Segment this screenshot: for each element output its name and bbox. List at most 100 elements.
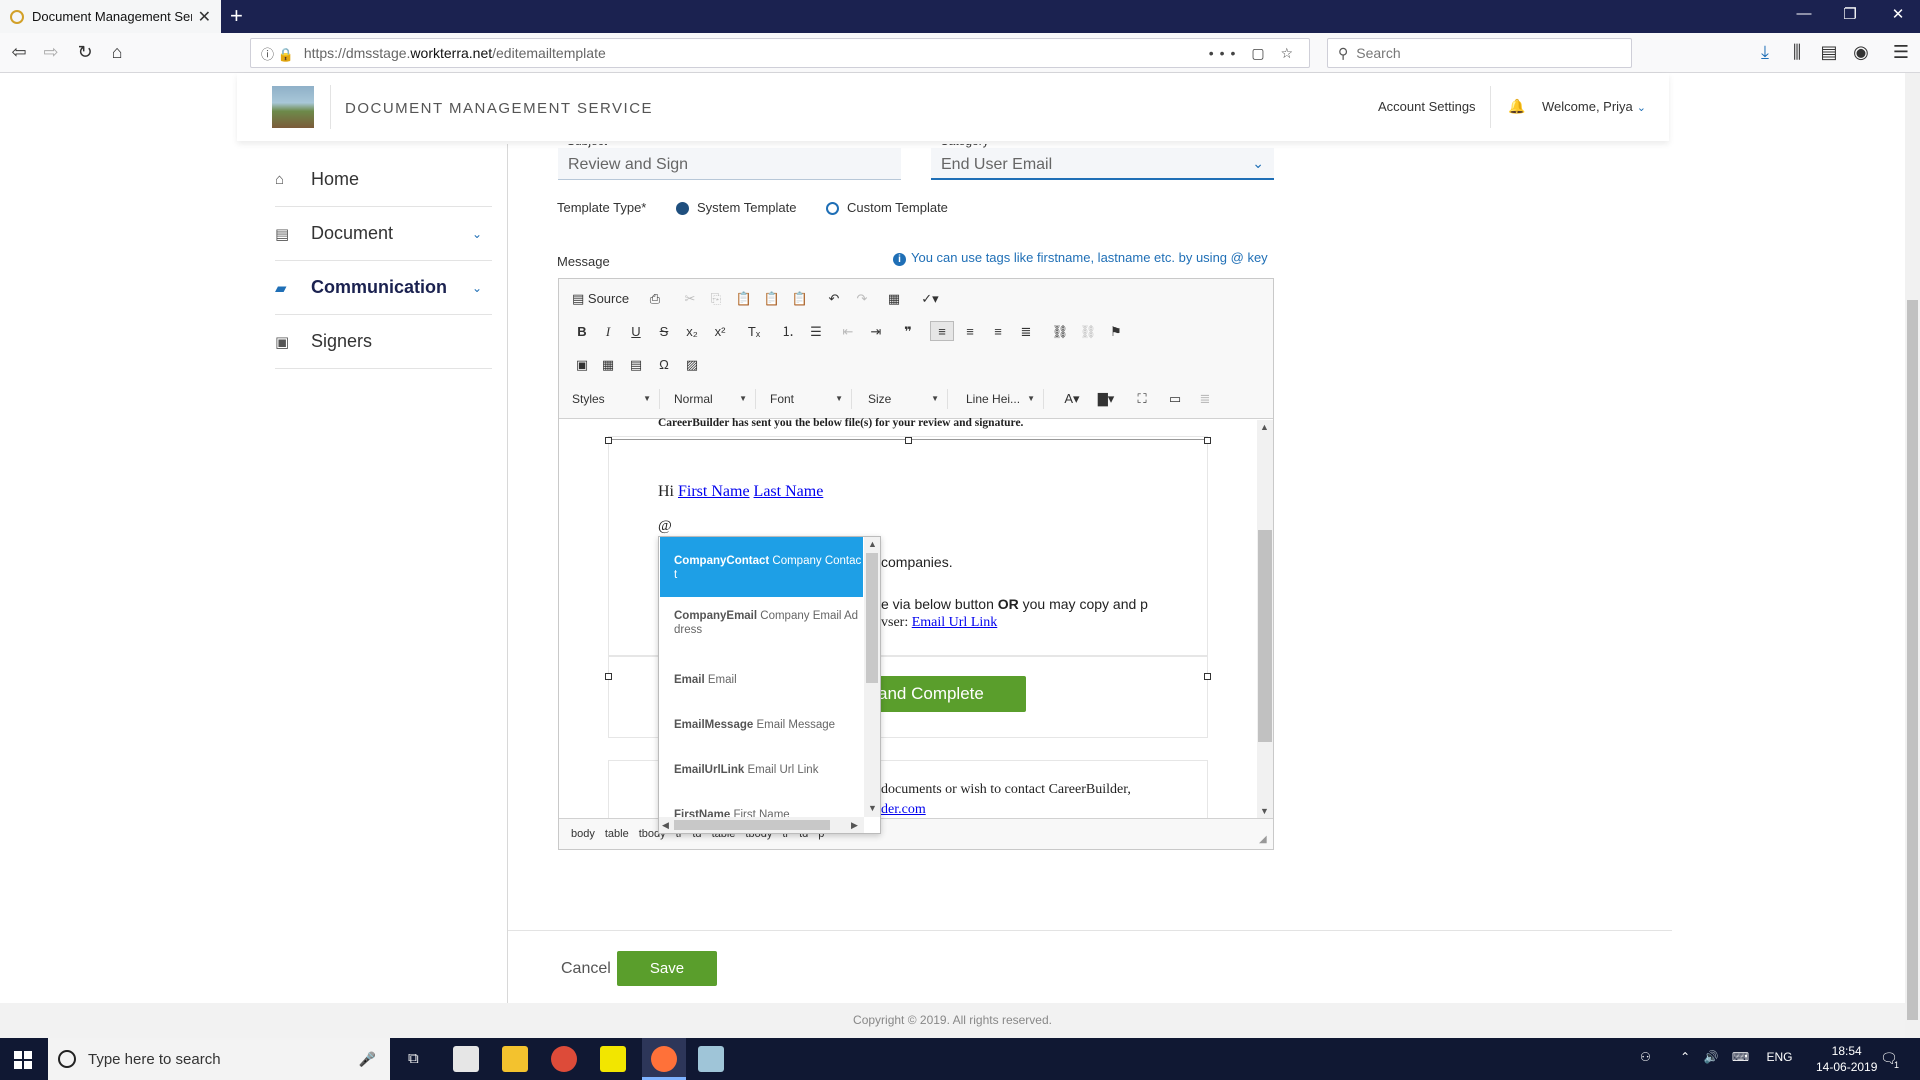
italic-icon[interactable]: I (598, 322, 618, 342)
forward-icon[interactable]: ⇨ (40, 42, 62, 63)
new-tab-icon[interactable]: + (230, 3, 243, 29)
first-name-tag[interactable]: First Name (678, 483, 750, 500)
cancel-button[interactable]: Cancel (561, 960, 611, 978)
reload-icon[interactable]: ↻ (74, 42, 96, 63)
editor-scroll-thumb[interactable] (1258, 530, 1272, 742)
page-scroll-thumb[interactable] (1907, 300, 1918, 1020)
align-right-icon[interactable]: ≡ (988, 322, 1008, 342)
autocomplete-item[interactable]: Email Email (660, 673, 863, 693)
underline-icon[interactable]: U (626, 322, 646, 342)
browser-search-input[interactable]: ⚲ Search (1327, 38, 1632, 68)
category-select[interactable]: End User Email ⌄ (931, 148, 1274, 180)
format-combo[interactable]: Normal ▼ (668, 389, 756, 409)
chevron-up-icon[interactable]: ⌃ (1680, 1050, 1690, 1064)
email-url-link[interactable]: Email Url Link (912, 615, 998, 630)
sidebar-item-communication[interactable]: ▰ Communication ⌄ (275, 261, 492, 315)
library-icon[interactable]: ⫼ (1786, 42, 1808, 63)
undo-icon[interactable]: ↶ (824, 289, 844, 309)
account-settings-link[interactable]: Account Settings (1378, 99, 1476, 114)
bulleted-list-icon[interactable]: ☰ (806, 322, 826, 342)
app-icon[interactable] (698, 1046, 724, 1072)
resize-handle[interactable] (605, 437, 612, 444)
resize-handle[interactable] (905, 437, 912, 444)
sidebar-item-document[interactable]: ▤ Document ⌄ (275, 207, 492, 261)
preview-icon[interactable]: ⎙ (645, 289, 665, 309)
paste-icon[interactable]: 📋 (734, 289, 754, 309)
language-indicator[interactable]: ENG (1766, 1050, 1792, 1064)
home-icon[interactable]: ⌂ (106, 42, 128, 63)
account-icon[interactable]: ◉ (1850, 42, 1872, 63)
show-blocks-icon[interactable]: ▭ (1164, 389, 1186, 409)
mail-app-icon[interactable] (453, 1046, 479, 1072)
keyboard-icon[interactable]: ⌨ (1732, 1050, 1749, 1064)
url-bar[interactable]: ⓘ 🔒 https://dmsstage.workterra.net/edite… (250, 38, 1310, 68)
review-complete-button[interactable]: and Complete (866, 676, 1026, 712)
autocomplete-item[interactable]: CompanyContact Company Contact (660, 537, 863, 597)
indent-icon[interactable]: ⇥ (866, 322, 886, 342)
special-char-icon[interactable]: Ω (654, 355, 674, 375)
bold-icon[interactable]: B (572, 322, 592, 342)
file-explorer-icon[interactable] (502, 1046, 528, 1072)
styles-combo[interactable]: Styles ▼ (572, 389, 660, 409)
scroll-left-icon[interactable]: ◀ (662, 820, 669, 831)
taskbar-clock[interactable]: 18:54 14-06-2019 (1816, 1043, 1877, 1075)
numbered-list-icon[interactable]: ⒈ (778, 322, 798, 342)
redo-icon[interactable]: ↷ (852, 289, 872, 309)
maximize-icon[interactable]: ⛶ (1132, 389, 1152, 409)
downloads-icon[interactable]: ⤓ (1754, 42, 1776, 63)
scroll-down-icon[interactable]: ▼ (868, 803, 877, 813)
path-crumb[interactable]: table (605, 828, 629, 840)
taskbar-search[interactable]: Type here to search 🎤 (48, 1038, 390, 1080)
remove-format-icon[interactable]: Tₓ (744, 322, 764, 342)
strikethrough-icon[interactable]: S (654, 322, 674, 342)
autocomplete-item[interactable]: EmailMessage Email Message (660, 718, 863, 738)
firefox-icon[interactable] (651, 1046, 677, 1072)
scroll-right-icon[interactable]: ▶ (851, 820, 858, 831)
sidebar-item-signers[interactable]: ▣ Signers (275, 315, 492, 369)
form-icon[interactable]: ▣ (572, 355, 592, 375)
align-center-icon[interactable]: ≡ (960, 322, 980, 342)
line-spacing-icon[interactable]: ≣ (1194, 389, 1216, 409)
close-window-icon[interactable]: ✕ (1888, 5, 1908, 23)
horizontal-line-icon[interactable]: ▤ (626, 355, 646, 375)
subscript-icon[interactable]: x₂ (682, 322, 702, 342)
windows-start-icon[interactable] (14, 1051, 32, 1069)
table-icon[interactable]: ▦ (598, 355, 618, 375)
dropdown-scroll-thumb[interactable] (866, 553, 878, 683)
contact-link[interactable]: der.com (881, 802, 926, 818)
scroll-down-icon[interactable]: ▼ (1260, 806, 1269, 816)
sidebar-toggle-icon[interactable]: ▤ (1818, 42, 1840, 63)
align-left-icon[interactable]: ≡ (930, 321, 954, 341)
bell-icon[interactable]: 🔔 (1508, 98, 1525, 115)
source-button[interactable]: ▤ Source (572, 289, 632, 309)
resize-handle[interactable] (605, 673, 612, 680)
unlink-icon[interactable]: ⛓ (1078, 322, 1098, 342)
back-icon[interactable]: ⇦ (8, 42, 30, 63)
text-color-icon[interactable]: A▾ (1058, 389, 1086, 409)
browser-tab[interactable]: Document Management Servic ✕ (0, 0, 221, 33)
close-tab-icon[interactable]: ✕ (198, 7, 211, 27)
user-menu[interactable]: Welcome, Priya ⌄ (1542, 99, 1646, 114)
page-actions-icon[interactable]: ••• ▢ ☆ (1209, 45, 1299, 62)
menu-icon[interactable]: ☰ (1890, 42, 1912, 63)
justify-icon[interactable]: ≣ (1016, 322, 1036, 342)
link-icon[interactable]: ⛓ (1050, 322, 1070, 342)
last-name-tag[interactable]: Last Name (754, 483, 824, 500)
restore-icon[interactable]: ❐ (1840, 5, 1860, 23)
save-button[interactable]: Save (617, 951, 717, 986)
copy-icon[interactable]: ⎘ (706, 289, 726, 309)
system-template-radio[interactable] (676, 202, 689, 215)
font-combo[interactable]: Font ▼ (764, 389, 852, 409)
scroll-up-icon[interactable]: ▲ (868, 539, 877, 549)
path-crumb[interactable]: body (571, 828, 595, 840)
resize-handle[interactable] (1204, 437, 1211, 444)
task-view-icon[interactable]: ⧉ (408, 1050, 419, 1067)
minimize-icon[interactable]: — (1794, 5, 1814, 22)
blockquote-icon[interactable]: ❞ (898, 322, 918, 342)
paste-word-icon[interactable]: 📋 (790, 289, 810, 309)
outdent-icon[interactable]: ⇤ (838, 322, 858, 342)
scroll-up-icon[interactable]: ▲ (1260, 422, 1269, 432)
autocomplete-item[interactable]: EmailUrlLink Email Url Link (660, 763, 863, 783)
dropdown-h-scroll-thumb[interactable] (674, 820, 830, 830)
autocomplete-item[interactable]: CompanyEmail Company Email Address (660, 609, 863, 643)
